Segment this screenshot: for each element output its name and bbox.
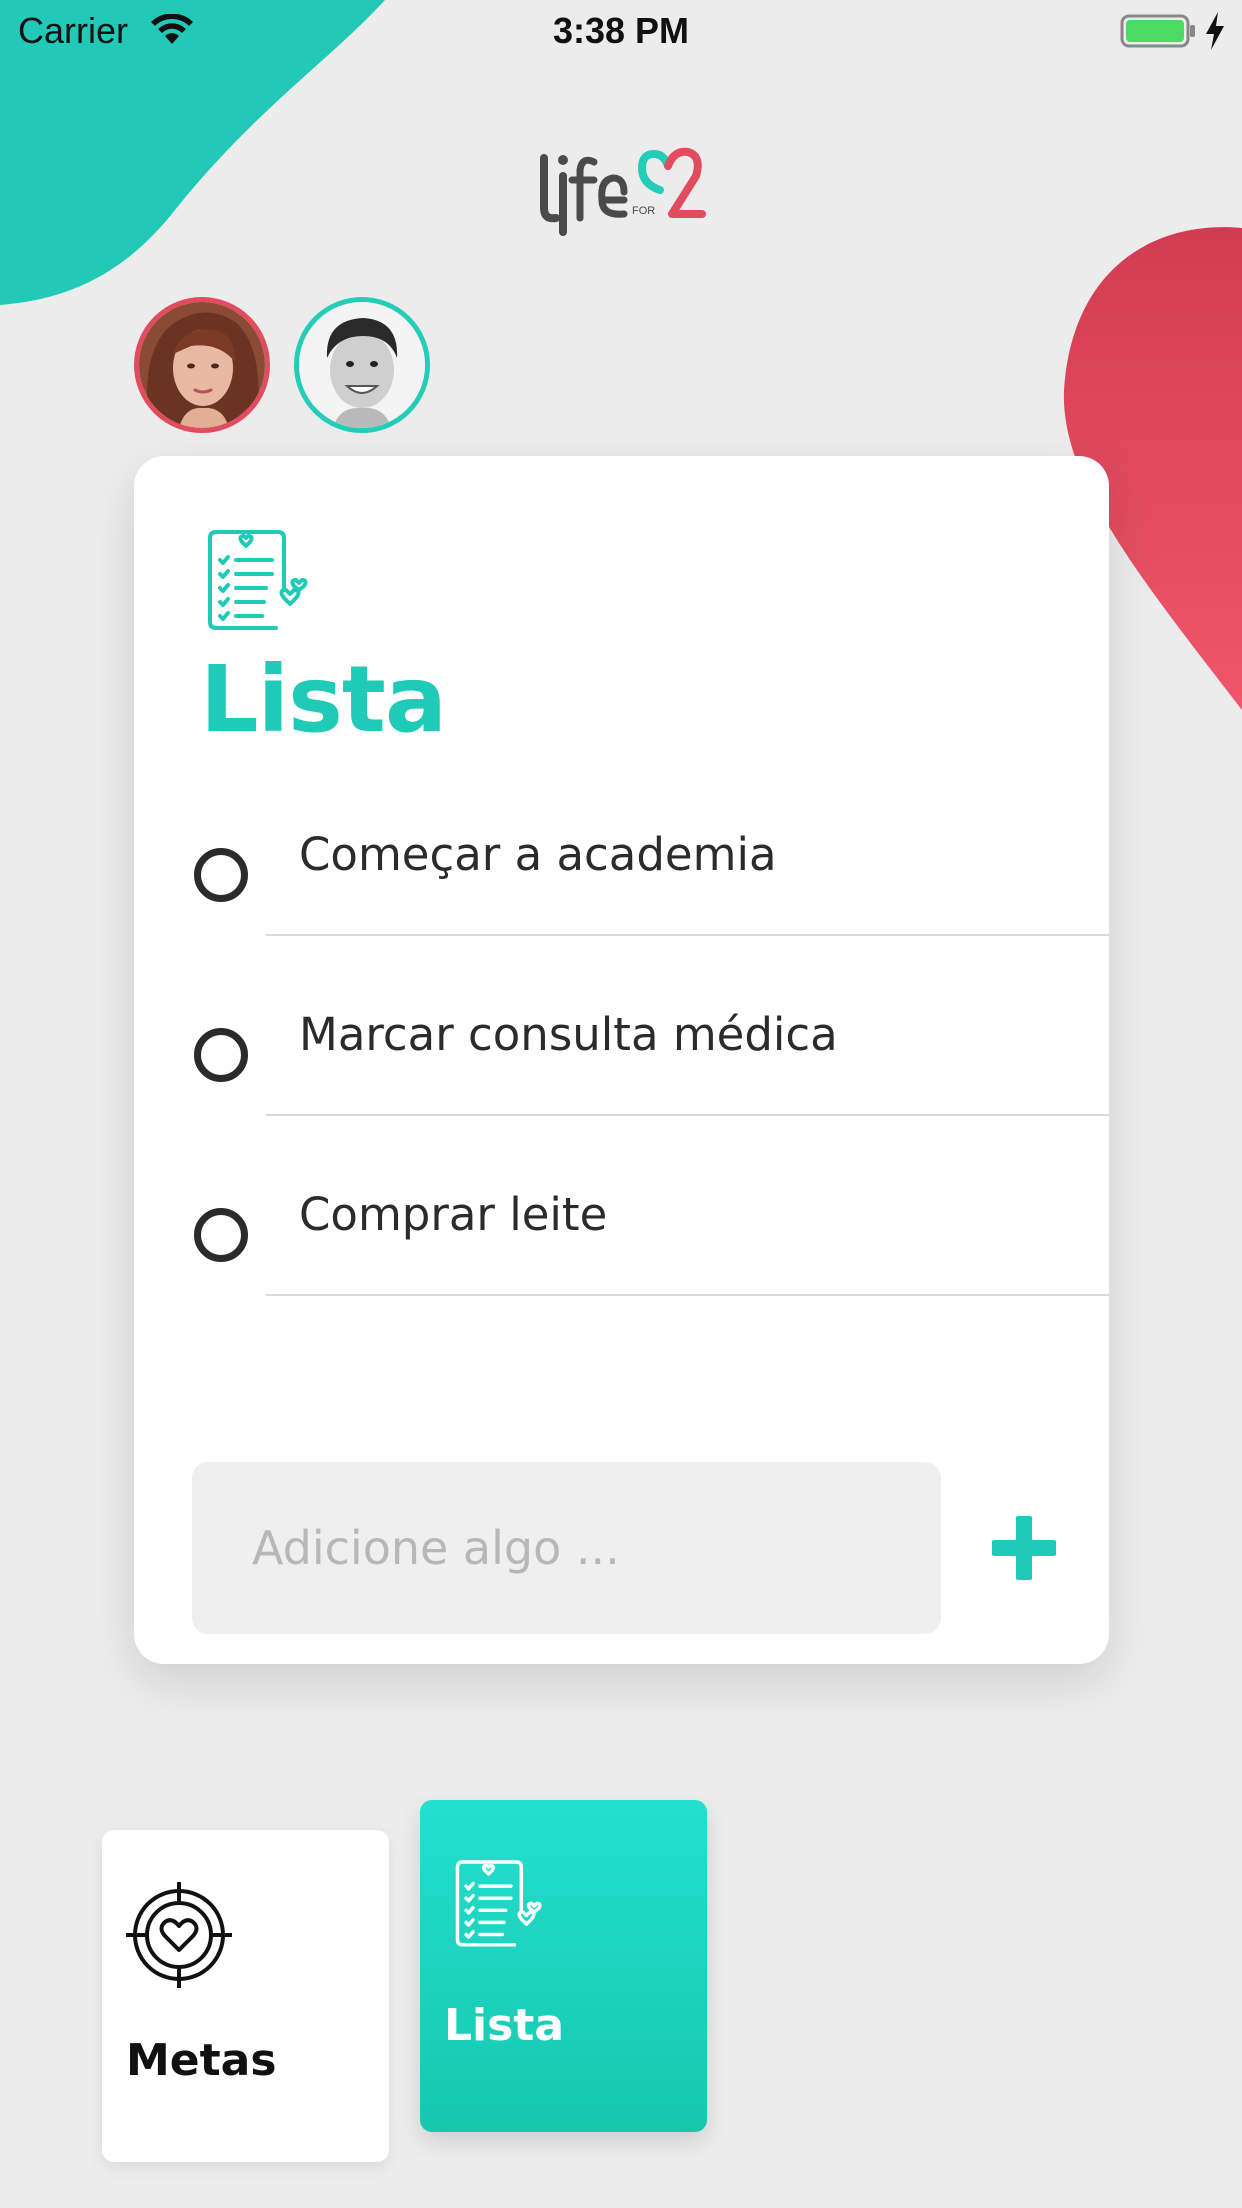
tab-metas[interactable]: Metas [102,1830,389,2162]
status-bar: Carrier 3:38 PM [0,0,1242,62]
male-avatar-image [299,302,425,428]
list-item: Começar a academia [134,756,1109,936]
add-item-input[interactable] [192,1462,941,1634]
tab-lista[interactable]: Lista [420,1800,707,2132]
partner-avatar-male[interactable] [294,297,430,433]
svg-text:FOR: FOR [632,205,655,217]
plus-icon[interactable] [992,1516,1056,1580]
tab-label: Metas [126,2035,277,2086]
female-avatar-image [139,302,265,428]
target-heart-icon [126,1882,232,1988]
checklist-icon [455,1860,542,1947]
todo-label[interactable]: Comprar leite [299,1188,607,1241]
checklist-icon [208,530,308,630]
todo-checkbox[interactable] [194,848,248,902]
list-item: Comprar leite [134,1116,1109,1296]
list-card: Lista Começar a academia Marcar consulta… [134,456,1109,1664]
clock: 3:38 PM [552,10,690,51]
todo-label[interactable]: Marcar consulta médica [299,1008,838,1061]
app-logo: FOR [540,147,706,236]
list-title: Lista [200,646,447,753]
todo-checkbox[interactable] [194,1028,248,1082]
charging-bolt-icon [1206,12,1224,50]
battery-icon [1120,14,1195,48]
partner-avatar-female[interactable] [134,297,270,433]
list-item: Marcar consulta médica [134,936,1109,1116]
todo-checkbox[interactable] [194,1208,248,1262]
todo-label[interactable]: Começar a academia [299,828,777,881]
row-divider [266,1294,1109,1296]
tab-label: Lista [444,2000,565,2051]
